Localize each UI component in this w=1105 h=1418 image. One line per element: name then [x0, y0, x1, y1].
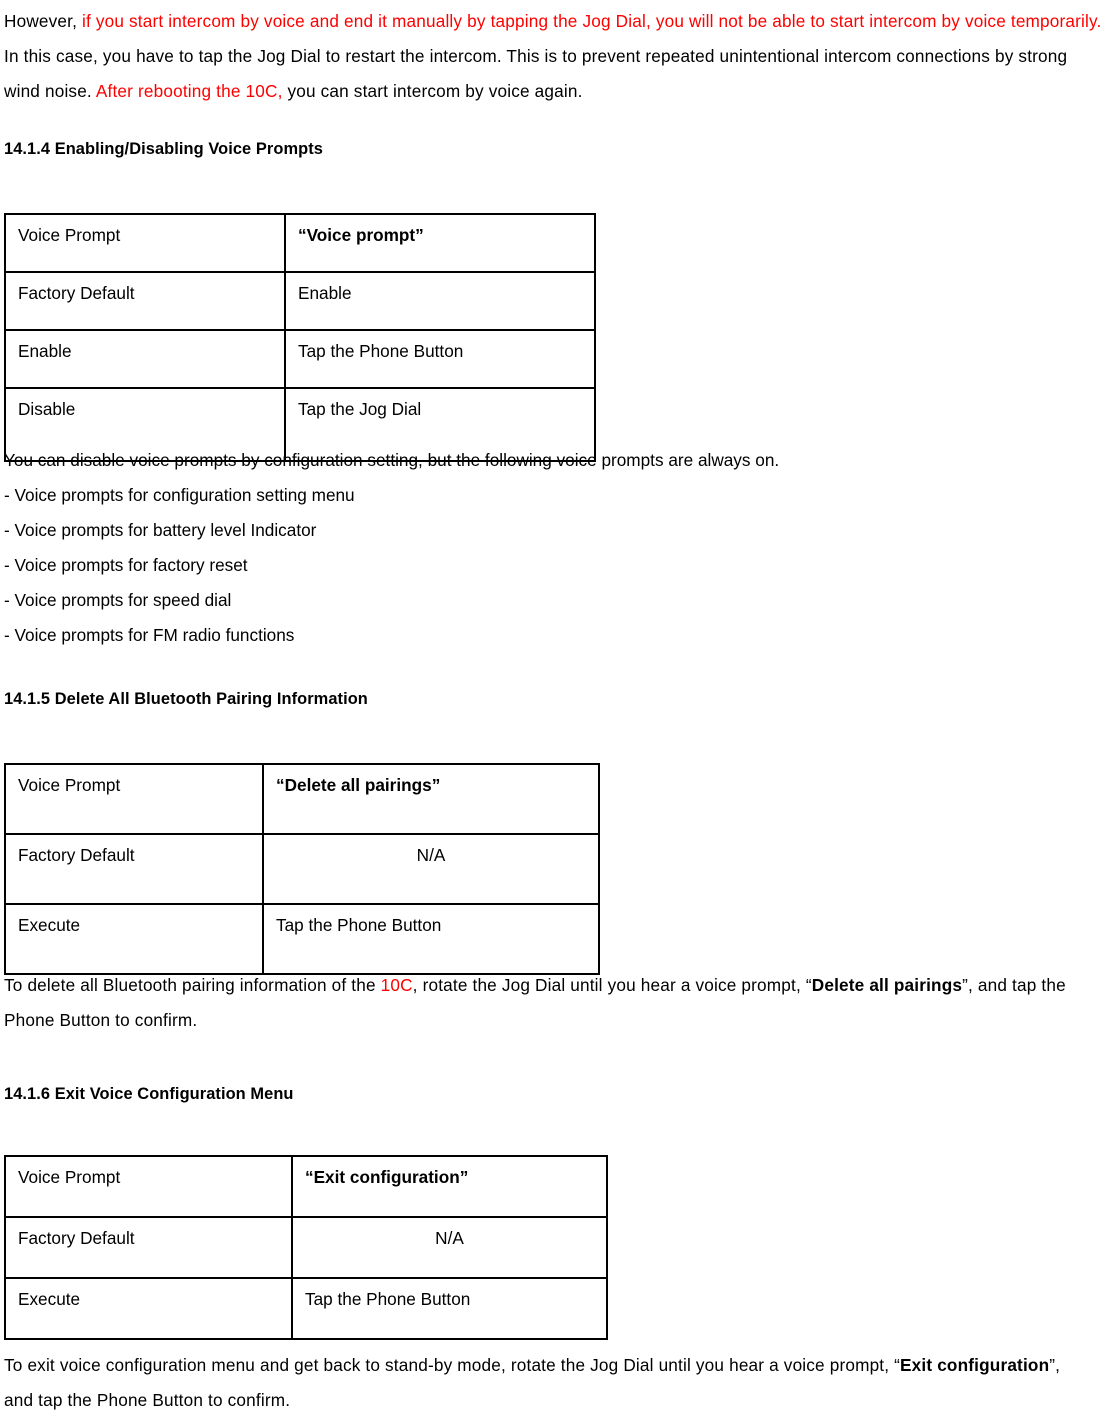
- table-cell-label: Execute: [4, 903, 264, 975]
- table-cell-label: Execute: [4, 1277, 293, 1340]
- voice-prompt-note: You can disable voice prompts by configu…: [4, 450, 780, 470]
- section-heading-14-1-4: 14.1.4 Enabling/Disabling Voice Prompts: [4, 140, 323, 158]
- table-cell-label: Enable: [4, 329, 286, 389]
- table-body: Voice Prompt “Voice prompt” Factory Defaul…: [4, 213, 596, 462]
- section-heading-14-1-6: 14.1.6 Exit Voice Configuration Menu: [4, 1085, 294, 1103]
- delete-pairings-settings-table: Voice Prompt “Delete all pairings” Factory…: [4, 763, 600, 975]
- text-run-2: , rotate the Jog Dial until you hear a v…: [412, 975, 812, 995]
- table-body: Voice Prompt “Delete all pairings” Factory…: [4, 763, 600, 975]
- table-row: Execute Tap the Phone Button: [4, 903, 600, 975]
- table-cell-value: “Delete all pairings”: [262, 763, 600, 835]
- table-row: Factory Default Enable: [4, 271, 596, 331]
- table-body: Voice Prompt “Exit configuration” Factory …: [4, 1155, 608, 1340]
- table-cell-label: Factory Default: [4, 1216, 293, 1279]
- text-run-0: To exit voice configuration menu and get…: [4, 1355, 901, 1375]
- text-run-0: To delete all Bluetooth pairing informat…: [4, 975, 381, 995]
- table-row: Enable Tap the Phone Button: [4, 329, 596, 389]
- table-cell-label: Voice Prompt: [4, 213, 286, 273]
- list-item: - Voice prompts for speed dial: [4, 590, 232, 610]
- table-cell-label: Voice Prompt: [4, 1155, 293, 1218]
- table-cell-value: N/A: [291, 1216, 608, 1279]
- table-row: Execute Tap the Phone Button: [4, 1277, 608, 1340]
- text-run-1: 10C: [380, 975, 413, 995]
- text-run-3: Delete all pairings: [811, 975, 963, 995]
- document-page: However, if you start intercom by voice …: [0, 0, 1105, 1410]
- table-cell-value: Tap the Phone Button: [291, 1277, 608, 1340]
- table-row: Factory Default N/A: [4, 833, 600, 905]
- text-run-3: After rebooting the 10C,: [95, 81, 283, 101]
- list-item: - Voice prompts for configuration settin…: [4, 485, 355, 505]
- text-run-1: Exit configuration: [900, 1355, 1050, 1375]
- table-cell-value: Tap the Phone Button: [284, 329, 596, 389]
- text-run-4: you can start intercom by voice again.: [282, 81, 583, 101]
- table-row: Factory Default N/A: [4, 1216, 608, 1279]
- table-cell-value: N/A: [262, 833, 600, 905]
- list-item: - Voice prompts for factory reset: [4, 555, 248, 575]
- table-cell-value: “Voice prompt”: [284, 213, 596, 273]
- table-cell-value: Enable: [284, 271, 596, 331]
- table-cell-value: Tap the Phone Button: [262, 903, 600, 975]
- exit-configuration-paragraph: To exit voice configuration menu and get…: [4, 1348, 1094, 1418]
- table-row: Voice Prompt “Voice prompt”: [4, 213, 596, 273]
- table-cell-label: Factory Default: [4, 271, 286, 331]
- section-heading-14-1-5: 14.1.5 Delete All Bluetooth Pairing Info…: [4, 690, 368, 708]
- exit-configuration-settings-table: Voice Prompt “Exit configuration” Factory …: [4, 1155, 608, 1340]
- delete-pairings-paragraph: To delete all Bluetooth pairing informat…: [4, 968, 1084, 1038]
- text-run-0: However,: [4, 11, 82, 31]
- table-cell-label: Factory Default: [4, 833, 264, 905]
- table-cell-value: “Exit configuration”: [291, 1155, 608, 1218]
- intro-paragraph: However, if you start intercom by voice …: [4, 4, 1102, 109]
- text-run-1: if you start intercom by voice and end i…: [81, 11, 1102, 31]
- table-cell-label: Voice Prompt: [4, 763, 264, 835]
- table-row: Voice Prompt “Delete all pairings”: [4, 763, 600, 835]
- list-item: - Voice prompts for battery level Indica…: [4, 520, 317, 540]
- voice-prompt-settings-table: Voice Prompt “Voice prompt” Factory Defaul…: [4, 213, 596, 462]
- table-row: Voice Prompt “Exit configuration”: [4, 1155, 608, 1218]
- list-item: - Voice prompts for FM radio functions: [4, 625, 295, 645]
